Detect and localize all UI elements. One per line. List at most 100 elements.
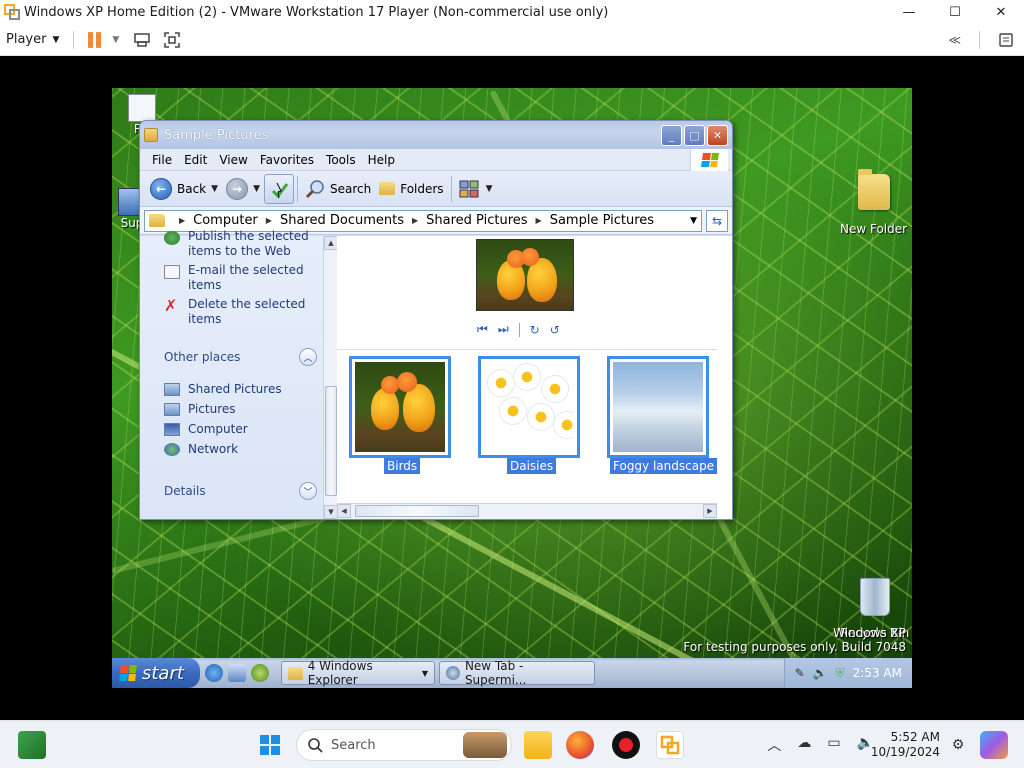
security-shield-icon[interactable]: ⛨ <box>836 666 845 681</box>
breadcrumb-computer[interactable]: Computer ▶ <box>193 213 280 228</box>
show-desktop-icon[interactable] <box>228 664 246 682</box>
breadcrumb-separator-icon: ▶ <box>179 216 186 225</box>
host-clock[interactable]: 5:52 AM 10/19/2024 <box>871 730 940 760</box>
file-view-scrollbar[interactable]: ◀ ▶ <box>337 503 717 519</box>
notification-icon[interactable]: ⚙ <box>944 731 972 759</box>
taskbar-new-tab[interactable]: New Tab - Supermi... <box>439 659 595 687</box>
pen-icon[interactable]: ✎ <box>795 666 805 680</box>
breadcrumb-shared-pictures[interactable]: Shared Pictures ▶ <box>426 213 550 228</box>
next-image-icon[interactable]: ⏭ <box>498 322 509 337</box>
up-folder-button[interactable] <box>263 173 294 204</box>
widgets-icon[interactable] <box>18 731 46 759</box>
file-view[interactable]: ⏮ ⏭ ↻ ↺ Birds Daisies Foggy landscape ◀ … <box>337 236 732 519</box>
menu-help[interactable]: Help <box>362 153 401 167</box>
back-button[interactable]: ← Back ▼ <box>146 174 222 204</box>
notes-icon[interactable] <box>998 32 1014 48</box>
explorer-maximize-button[interactable]: □ <box>684 124 705 146</box>
menu-favorites[interactable]: Favorites <box>254 153 320 167</box>
thumbnail-daisies[interactable] <box>478 356 580 458</box>
task-email[interactable]: E-mail the selected items <box>164 263 328 293</box>
player-menu-button[interactable]: Player ▼ <box>0 24 65 55</box>
volume-icon[interactable]: 🔊 <box>813 666 828 680</box>
chevron-down-icon[interactable]: ▼ <box>253 184 260 194</box>
explorer-minimize-button[interactable]: _ <box>661 124 682 146</box>
menu-view[interactable]: View <box>213 153 253 167</box>
pause-button[interactable] <box>82 27 108 53</box>
menu-file[interactable]: File <box>146 153 178 167</box>
thumbnail-label[interactable]: Foggy landscape <box>610 458 718 474</box>
previous-image-icon[interactable]: ⏮ <box>477 322 488 337</box>
place-shared-pictures[interactable]: Shared Pictures <box>164 382 282 396</box>
place-label: Shared Pictures <box>188 382 282 396</box>
menu-edit[interactable]: Edit <box>178 153 213 167</box>
minimize-button[interactable]: — <box>886 0 932 24</box>
scroll-thumb[interactable] <box>355 505 479 517</box>
cloud-icon[interactable]: ☁ <box>797 735 811 755</box>
display-icon[interactable]: ▭ <box>827 735 840 755</box>
chevron-down-icon[interactable]: ▼ <box>211 184 218 194</box>
scroll-thumb[interactable] <box>325 386 337 496</box>
maximize-button[interactable]: ☐ <box>932 0 978 24</box>
vmware-taskbar-icon[interactable] <box>656 731 684 759</box>
scroll-left-icon[interactable]: ◀ <box>337 504 351 518</box>
collapse-toolbar-icon[interactable]: ≪ <box>948 33 961 47</box>
explorer-titlebar[interactable]: Sample Pictures _ □ ✕ <box>140 121 732 149</box>
search-button[interactable]: Search <box>301 174 375 204</box>
close-button[interactable]: ✕ <box>978 0 1024 24</box>
taskbar-windows-explorer[interactable]: 4 Windows Explorer ▼ <box>281 659 435 687</box>
folder-icon <box>144 128 158 142</box>
other-places-header[interactable]: Other places ︿ <box>164 348 317 366</box>
folders-button[interactable]: Folders <box>375 174 447 204</box>
place-computer[interactable]: Computer <box>164 422 248 436</box>
scroll-down-icon[interactable]: ▼ <box>324 505 338 519</box>
breadcrumb-sample-pictures[interactable]: Sample Pictures <box>550 213 654 228</box>
record-icon[interactable] <box>612 731 640 759</box>
media-player-icon[interactable] <box>251 664 269 682</box>
start-button[interactable]: start <box>112 658 200 688</box>
folder-icon <box>164 382 180 396</box>
rotate-clockwise-icon[interactable]: ↻ <box>530 323 540 337</box>
send-ctrl-alt-del-button[interactable] <box>129 27 155 53</box>
views-button[interactable]: ▼ <box>455 174 497 204</box>
collapse-icon[interactable]: ︿ <box>299 348 317 366</box>
pause-dropdown-icon[interactable]: ▼ <box>112 35 119 45</box>
host-search-box[interactable]: Search <box>296 729 512 761</box>
desktop-icon-new-folder[interactable]: New Folder <box>840 169 907 236</box>
copilot-icon[interactable] <box>980 731 1008 759</box>
task-publish[interactable]: Publish the selected items to the Web <box>164 229 328 259</box>
thumbnail-birds[interactable] <box>349 356 451 458</box>
menu-tools[interactable]: Tools <box>320 153 362 167</box>
scroll-up-icon[interactable]: ▲ <box>324 236 338 250</box>
breadcrumb-separator-icon[interactable]: ▶ <box>412 216 418 225</box>
explorer-close-button[interactable]: ✕ <box>707 124 728 146</box>
firefox-icon[interactable] <box>566 731 594 759</box>
fullscreen-icon <box>164 31 181 48</box>
details-header[interactable]: Details ﹀ <box>164 482 317 500</box>
task-pane-scrollbar[interactable]: ▲ ▼ <box>323 236 338 519</box>
search-icon <box>305 179 324 198</box>
address-dropdown-icon[interactable]: ▼ <box>690 216 697 226</box>
rotate-counterclockwise-icon[interactable]: ↺ <box>550 323 560 337</box>
clock[interactable]: 2:53 AM <box>853 666 902 680</box>
file-explorer-icon[interactable] <box>524 731 552 759</box>
thumbnail-label[interactable]: Birds <box>384 458 421 474</box>
breadcrumb-shared-documents[interactable]: Shared Documents ▶ <box>280 213 426 228</box>
forward-button[interactable]: → ▼ <box>222 174 264 204</box>
place-pictures[interactable]: Pictures <box>164 402 236 416</box>
windows-start-icon[interactable] <box>256 731 284 759</box>
expand-icon[interactable]: ﹀ <box>299 482 317 500</box>
xp-desktop[interactable]: R Sup New Folder Recycle Bin Windows XP … <box>112 88 912 688</box>
thumbnail-label[interactable]: Daisies <box>507 458 557 474</box>
fullscreen-button[interactable] <box>159 27 185 53</box>
toolbar-divider <box>450 175 452 202</box>
place-network[interactable]: Network <box>164 442 238 456</box>
task-delete[interactable]: ✗ Delete the selected items <box>164 297 328 327</box>
chevron-up-icon[interactable]: ︿ <box>767 735 781 755</box>
breadcrumb-separator-icon[interactable]: ▶ <box>266 216 272 225</box>
refresh-button[interactable]: ⇆ <box>706 209 728 232</box>
preview-image[interactable] <box>476 239 574 311</box>
internet-explorer-icon[interactable] <box>205 664 223 682</box>
thumbnail-foggy-landscape[interactable] <box>607 356 709 458</box>
breadcrumb-separator-icon[interactable]: ▶ <box>536 216 542 225</box>
scroll-right-icon[interactable]: ▶ <box>703 504 717 518</box>
